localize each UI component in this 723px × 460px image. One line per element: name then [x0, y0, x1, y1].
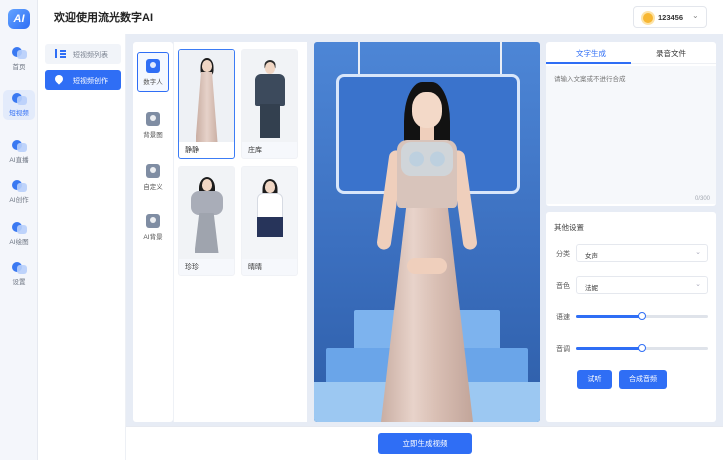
settings-title: 其他设置: [554, 223, 584, 232]
rail-item-label: 设置: [12, 279, 26, 286]
pin-icon: [53, 73, 65, 85]
chevron-down-icon: ⌄: [695, 281, 701, 288]
category-ai-background[interactable]: AI背景: [137, 208, 169, 248]
category-label: 自定义: [143, 184, 163, 191]
home-icon: [11, 47, 27, 59]
avatar-name: 珍珍: [185, 264, 199, 271]
slider-handle[interactable]: [638, 344, 646, 352]
avatar-photo: [179, 167, 234, 259]
rail-item-short-video[interactable]: 短视频: [3, 90, 35, 120]
char-counter: 0/300: [694, 196, 710, 202]
draw-icon: [11, 222, 27, 234]
subnav-item-video-list[interactable]: 短视频列表: [45, 44, 121, 64]
avatar-card-jingjing[interactable]: 静静: [178, 49, 235, 159]
category-panel: 数字人 背景图 自定义 AI背景: [133, 42, 173, 422]
avatar-name: 静静: [185, 147, 199, 154]
settings-icon: [11, 262, 27, 274]
list-icon: [55, 49, 66, 58]
avatar-card-zhenzhen[interactable]: 珍珍: [178, 166, 235, 276]
sun-icon: [643, 13, 653, 23]
user-id: 123456: [658, 13, 684, 22]
avatar-card-zhuangku[interactable]: 庄库: [241, 49, 298, 159]
speed-field-label: 语速: [556, 314, 570, 321]
rail-item-home[interactable]: 首页: [3, 44, 35, 74]
live-icon: [11, 140, 27, 152]
slider-handle[interactable]: [638, 312, 646, 320]
stage-pole: [358, 42, 360, 76]
listen-button[interactable]: 试听: [577, 370, 612, 389]
user-menu[interactable]: 123456 ⌄: [633, 6, 707, 28]
script-tabs: 文字生成 录音文件: [546, 42, 716, 64]
subnav-item-video-create[interactable]: 短视频创作: [45, 70, 121, 90]
category-background[interactable]: 背景图: [137, 106, 169, 146]
category-label: 背景图: [143, 132, 163, 139]
category-label: AI背景: [143, 234, 163, 241]
synthesize-audio-button[interactable]: 合成音频: [619, 370, 667, 389]
subnav-item-label: 短视频创作: [73, 78, 108, 85]
rail-item-ai-create[interactable]: AI创作: [3, 177, 35, 207]
voice-field-label: 音色: [556, 283, 570, 290]
bottom-bar: 立即生成视频: [126, 426, 723, 460]
pitch-slider[interactable]: [576, 344, 708, 352]
video-icon: [11, 93, 27, 105]
avatar-name: 晴晴: [248, 264, 262, 271]
speed-slider[interactable]: [576, 312, 708, 320]
pitch-field-label: 音调: [556, 346, 570, 353]
settings-panel: 其他设置 分类 女声 ⌄ 音色 法妮 ⌄ 语速 音调 试听 合成音频: [546, 212, 716, 422]
chevron-down-icon: ⌄: [695, 249, 701, 256]
nav-rail: AI 首页 短视频 AI直播 AI创作 AI绘图 设置: [0, 0, 38, 460]
tab-audio-file[interactable]: 录音文件: [656, 48, 686, 59]
category-select-value: 女声: [585, 253, 598, 260]
avatar-photo: [242, 50, 297, 142]
rail-item-label: 首页: [12, 64, 26, 71]
rail-item-ai-draw[interactable]: AI绘图: [3, 219, 35, 249]
subnav-item-label: 短视频列表: [73, 52, 108, 59]
script-panel: 文字生成 录音文件 0/300: [546, 42, 716, 206]
chevron-down-icon: ⌄: [692, 11, 699, 20]
rail-item-settings[interactable]: 设置: [3, 259, 35, 289]
edit-icon: [146, 164, 160, 178]
category-select[interactable]: 女声 ⌄: [576, 244, 708, 262]
voice-select[interactable]: 法妮 ⌄: [576, 276, 708, 294]
sub-nav: 短视频列表 短视频创作: [38, 34, 126, 460]
voice-select-value: 法妮: [585, 285, 598, 292]
category-field-label: 分类: [556, 251, 570, 258]
avatar-card-qingqing[interactable]: 晴晴: [241, 166, 298, 276]
avatar-panel: 静静 庄库 珍珍 晴晴: [173, 42, 307, 422]
create-icon: [11, 180, 27, 192]
category-label: 数字人: [143, 79, 163, 86]
person-icon: [146, 59, 160, 73]
rail-item-label: AI绘图: [9, 239, 29, 246]
avatar-photo: [179, 50, 234, 142]
ai-image-icon: [146, 214, 160, 228]
rail-item-ai-live[interactable]: AI直播: [3, 137, 35, 167]
rail-item-label: AI创作: [9, 197, 29, 204]
image-icon: [146, 112, 160, 126]
category-digital-human[interactable]: 数字人: [137, 52, 169, 92]
app-logo: AI: [8, 9, 30, 29]
slider-fill: [576, 315, 642, 318]
generate-video-button[interactable]: 立即生成视频: [378, 433, 472, 454]
active-tab-indicator: [546, 62, 631, 64]
script-input[interactable]: [546, 66, 716, 204]
top-header: 欢迎使用流光数字AI 123456 ⌄: [38, 0, 723, 34]
rail-item-label: 短视频: [9, 110, 29, 117]
tab-text-generate[interactable]: 文字生成: [576, 48, 606, 59]
video-preview: [314, 42, 540, 422]
slider-fill: [576, 347, 642, 350]
rail-item-label: AI直播: [9, 157, 29, 164]
digital-human-figure: [371, 82, 483, 422]
avatar-photo: [242, 167, 297, 259]
avatar-name: 庄库: [248, 147, 262, 154]
category-custom[interactable]: 自定义: [137, 158, 169, 198]
page-title: 欢迎使用流光数字AI: [54, 12, 153, 24]
stage-pole: [500, 42, 502, 76]
